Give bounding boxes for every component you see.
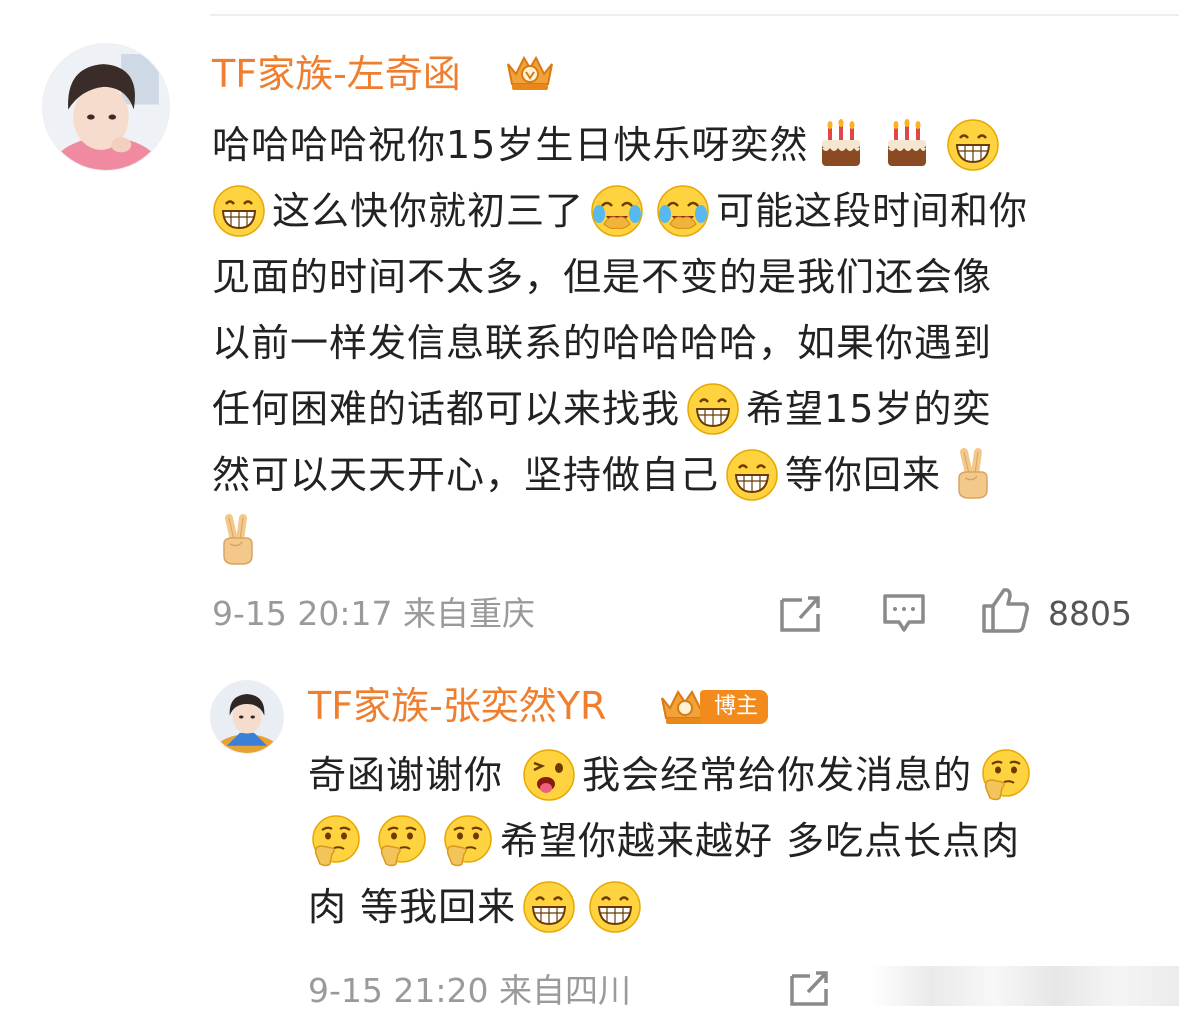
comment-line: 哈哈哈哈祝你15岁生日快乐呀奕然 [212,112,1132,178]
grin-emoji-icon [725,448,779,502]
thinking-emoji-icon [308,814,362,868]
laugh-cry-emoji-icon [656,184,710,238]
victory-hand-emoji-icon [212,514,266,568]
comment-line: 任何困难的话都可以来找我 希望15岁的奕 [212,376,1132,442]
comment-line [212,508,1132,574]
comment-text-segment: 以前一样发信息联系的哈哈哈哈，如果你遇到 [212,321,993,365]
like-count: 8805 [1048,594,1132,633]
laugh-cry-emoji-icon [590,184,644,238]
grin-emoji-icon [946,118,1000,172]
comment-meta: 9-15 20:17 来自重庆 [212,594,535,633]
grin-emoji-icon [212,184,266,238]
victory-hand-emoji-icon [947,448,1001,502]
commenter-username[interactable]: TF家族-左奇函 [212,50,461,98]
grin-emoji-icon [588,880,642,934]
replier-username[interactable]: TF家族-张奕然YR [308,682,606,730]
reply-text-segment: 奇函谢谢你 [308,753,517,797]
comment-line: 然可以天天开心，坚持做自己 等你回来 [212,442,1132,508]
comment-text-segment: 这么快你就初三了 [272,189,585,233]
thumbs-up-icon[interactable] [980,586,1030,634]
comment-line: 见面的时间不太多，但是不变的是我们还会像 [212,244,1132,310]
comment-text-segment: 等你回来 [785,453,942,497]
grin-emoji-icon [686,382,740,436]
author-badge: 博主 [700,690,769,724]
reply-line: 奇函谢谢你 我会经常给你发消息的 [308,742,1128,808]
share-icon[interactable] [778,592,824,634]
cake-emoji-icon [814,118,868,172]
grin-emoji-icon [522,880,576,934]
thinking-emoji-icon [374,814,428,868]
comment-text: 哈哈哈哈祝你15岁生日快乐呀奕然这么快你就初三了 可能这段时间和你见面的时间不太多… [212,112,1132,574]
reply-line: 希望你越来越好 多吃点长点肉 [308,808,1128,874]
thinking-emoji-icon [440,814,494,868]
crown-badge-icon[interactable] [502,50,558,96]
cake-emoji-icon [880,118,934,172]
comment-line: 以前一样发信息联系的哈哈哈哈，如果你遇到 [212,310,1132,376]
comment-icon[interactable] [882,592,926,634]
top-divider [210,14,1179,16]
comment-line: 这么快你就初三了 可能这段时间和你 [212,178,1132,244]
comment-text-segment: 可能这段时间和你 [716,189,1029,233]
comment-text-segment: 然可以天天开心，坚持做自己 [212,453,720,497]
reply-meta: 9-15 21:20 来自四川 [308,971,631,1010]
reply-line: 肉 等我回来 [308,874,1128,940]
comment-text-segment: 希望15岁的奕 [746,387,992,431]
wink-tongue-emoji-icon [522,748,576,802]
comment-text-segment: 见面的时间不太多，但是不变的是我们还会像 [212,255,993,299]
comment-text-segment: 哈哈哈哈祝你15岁生日快乐呀奕然 [212,123,809,167]
comment-text-segment: 任何困难的话都可以来找我 [212,387,681,431]
obscured-actions-overlay [870,966,1179,1006]
reply-text-segment: 我会经常给你发消息的 [582,753,973,797]
reply-text-segment: 希望你越来越好 多吃点长点肉 [500,819,1021,863]
commenter-avatar[interactable] [42,43,170,171]
reply-text-segment: 肉 等我回来 [308,885,517,929]
replier-avatar[interactable] [210,680,284,754]
reply-text: 奇函谢谢你 我会经常给你发消息的希望你越来越好 多吃点长点肉肉 等我回来 [308,742,1128,940]
share-icon[interactable] [788,968,832,1008]
thinking-emoji-icon [978,748,1032,802]
